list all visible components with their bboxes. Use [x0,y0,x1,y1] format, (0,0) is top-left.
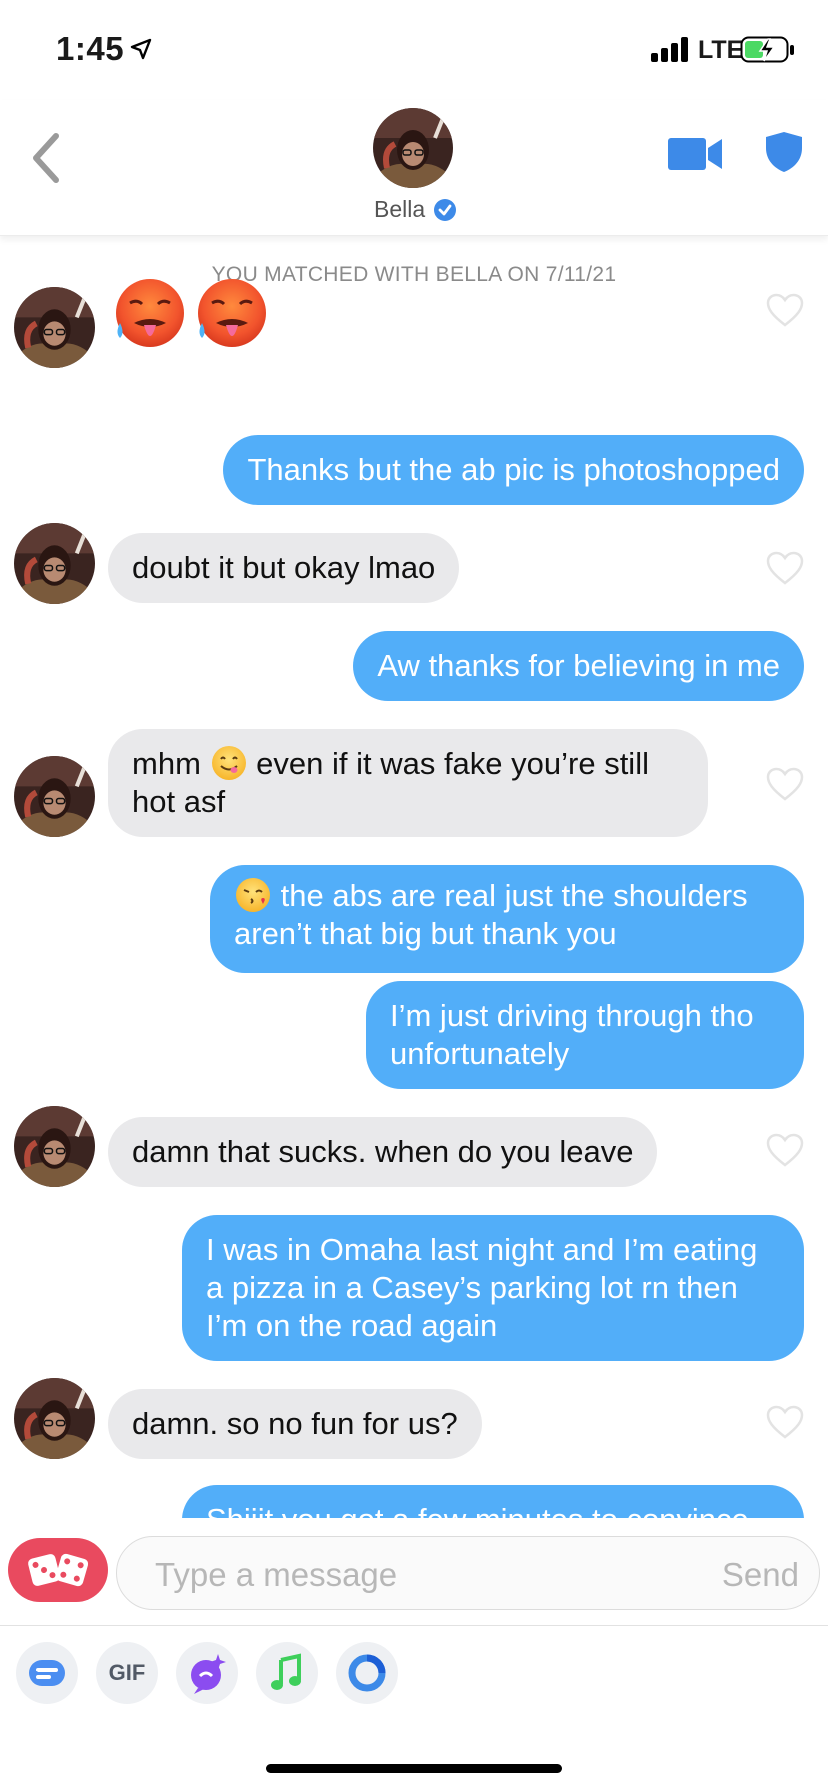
ring-icon [348,1654,386,1692]
like-heart-icon[interactable] [766,293,804,327]
message-list[interactable]: YOU MATCHED WITH BELLA ON 7/11/21 Thanks… [0,237,828,1518]
battery-charging-icon [740,36,794,63]
message-placeholder: Type a message [155,1556,398,1593]
location-arrow-icon [130,38,152,60]
outgoing-message[interactable]: Aw thanks for believing in me [353,631,804,701]
message-text: damn. so no fun for us? [132,1406,458,1441]
message-text: Thanks but the ab pic is photoshopped [247,452,780,487]
incoming-message[interactable]: mhm even if it was fake you’re still hot… [108,729,708,837]
message-text: a pizza in a Casey’s parking lot rn then [206,1270,738,1305]
chevron-left-icon[interactable] [26,128,66,188]
message-text: doubt it but okay lmao [132,550,436,585]
shield-icon[interactable] [764,130,804,174]
dice-button[interactable] [8,1538,108,1602]
network-label: LTE [698,36,744,64]
video-camera-icon[interactable] [668,136,724,172]
like-heart-icon[interactable] [766,767,804,801]
outgoing-message[interactable]: the abs are real just the shoulders aren… [210,865,804,973]
message-text: I’m just driving through tho [390,998,754,1033]
incoming-message[interactable]: damn. so no fun for us? [108,1389,482,1459]
chat-header: Bella [0,100,828,236]
sender-avatar[interactable] [14,1106,95,1187]
like-heart-icon[interactable] [766,551,804,585]
gif-button[interactable]: GIF [96,1642,158,1704]
clock: 1:45 [56,30,125,67]
sticker-card-button[interactable] [16,1642,78,1704]
outgoing-message[interactable]: I’m just driving through tho unfortunate… [366,981,804,1089]
message-text: mhm [132,746,201,781]
sparkle-bubble-button[interactable] [176,1642,238,1704]
sparkle-bubble-icon [191,1654,226,1694]
outgoing-message[interactable]: Thanks but the ab pic is photoshopped [223,435,804,505]
sticker-card-icon [29,1660,65,1686]
verified-badge-icon [434,199,456,221]
status-bar: 1:45 LTE [0,0,828,100]
message-text: unfortunately [390,1036,570,1071]
message-text: Shiiit you got a few minutes to convince [206,1502,749,1518]
composer: Type a message Send [0,1518,828,1626]
match-name[interactable]: Bella [374,196,425,223]
hot-face-emoji [116,279,184,347]
message-text: I was in Omaha last night and I’m eating [206,1232,758,1267]
gif-icon: GIF [108,1660,146,1685]
like-heart-icon[interactable] [766,1133,804,1167]
sender-avatar[interactable] [14,756,95,837]
hot-face-emoji [198,279,266,347]
yum-face-emoji [211,745,246,780]
outgoing-message[interactable]: I was in Omaha last night and I’m eating… [182,1215,804,1361]
dice-icon [28,1553,89,1587]
outgoing-message[interactable]: Shiiit you got a few minutes to convince [182,1485,804,1518]
send-button[interactable]: Send [722,1556,799,1594]
music-button[interactable] [256,1642,318,1704]
message-text: I’m on the road again [206,1308,498,1343]
like-heart-icon[interactable] [766,1405,804,1439]
message-text: Aw thanks for believing in me [377,648,780,683]
message-text: the abs are real just the shoulders [280,878,748,913]
message-input[interactable]: Type a message Send [116,1536,820,1610]
sender-avatar[interactable] [14,1378,95,1459]
music-note-icon [271,1653,301,1690]
home-indicator[interactable] [266,1764,562,1773]
sender-avatar[interactable] [14,523,95,604]
incoming-message[interactable]: damn that sucks. when do you leave [108,1117,658,1187]
message-text: even if it was fake you’re still [256,746,649,781]
message-text: aren’t that big but thank you [234,916,617,951]
match-avatar[interactable] [373,108,453,188]
incoming-message[interactable]: doubt it but okay lmao [108,533,460,603]
ring-button[interactable] [336,1642,398,1704]
signal-icon [651,36,691,62]
attachment-toolbar: GIF [0,1642,828,1708]
message-text: damn that sucks. when do you leave [132,1134,634,1169]
blowing-kiss-emoji [236,877,270,912]
sender-avatar[interactable] [14,287,95,368]
message-text: hot asf [132,784,226,819]
